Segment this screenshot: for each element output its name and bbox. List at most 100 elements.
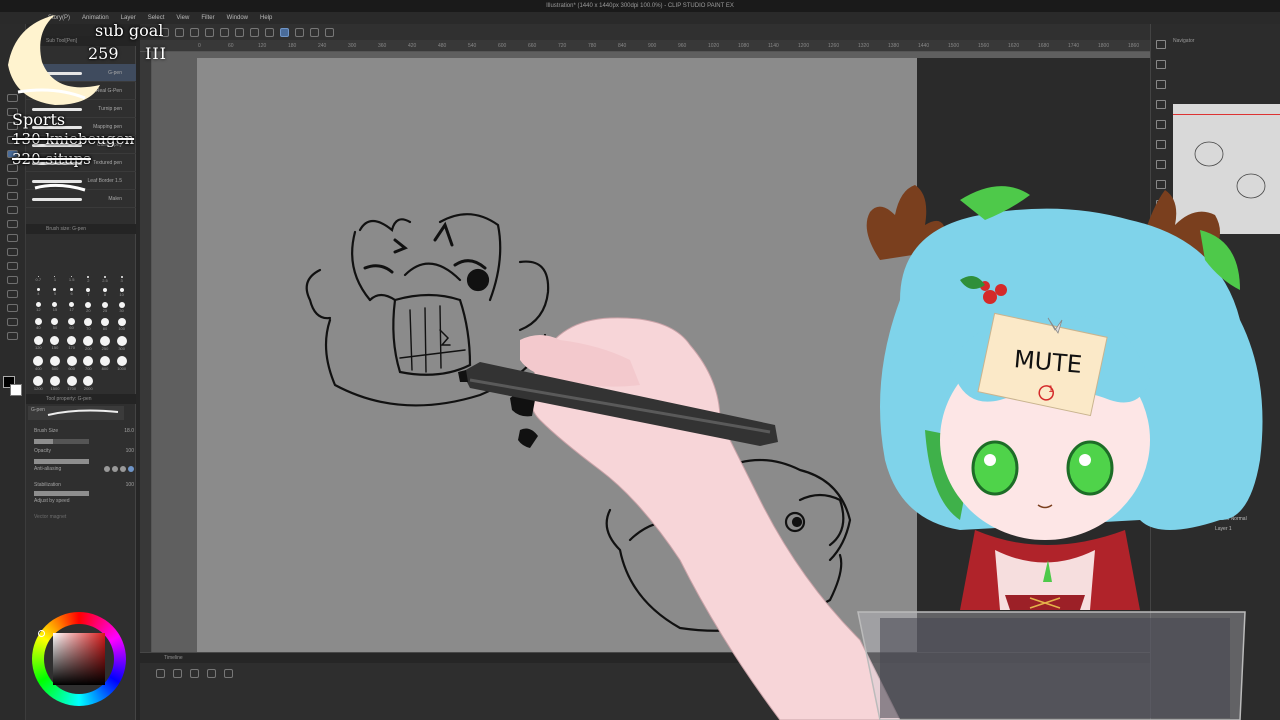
vector-magnet-row[interactable]: Vector magnet: [34, 514, 134, 520]
airbrush-tool-icon[interactable]: [7, 192, 18, 200]
fill-icon[interactable]: [250, 27, 259, 37]
history-tab-icon[interactable]: [1156, 120, 1166, 129]
save-icon[interactable]: [190, 27, 199, 37]
brush-item-g-pen[interactable]: G-pen: [26, 64, 136, 82]
brush-size-option[interactable]: 6: [63, 288, 80, 297]
timeline-next-icon[interactable]: [207, 669, 216, 678]
correct-line-tool-icon[interactable]: [7, 332, 18, 340]
anti-aliasing-options[interactable]: [104, 466, 134, 472]
sub-view-tab-icon[interactable]: [1156, 80, 1166, 89]
eraser-tool-icon[interactable]: [7, 206, 18, 214]
redo-icon[interactable]: [220, 27, 229, 37]
brush-size-option[interactable]: 40: [30, 318, 47, 331]
brush-size-option[interactable]: 150: [47, 336, 64, 351]
ruler-snap-icon[interactable]: [295, 27, 304, 37]
brush-size-option[interactable]: 20: [80, 302, 97, 313]
material-tab-icon[interactable]: [1156, 140, 1166, 149]
search-icon[interactable]: [1156, 40, 1166, 49]
brush-size-option[interactable]: 30: [113, 302, 130, 313]
blend-tool-icon[interactable]: [7, 220, 18, 228]
navigator-thumbnail[interactable]: [1173, 104, 1280, 234]
brush-size-option[interactable]: 100: [113, 318, 130, 331]
opacity-row[interactable]: Opacity 100: [34, 448, 134, 454]
transform-icon[interactable]: [265, 27, 274, 37]
brush-item-real-g-pen[interactable]: Real G-Pen: [26, 82, 136, 100]
brush-size-option[interactable]: 80: [97, 318, 114, 331]
zoom-tool-icon[interactable]: [7, 94, 18, 102]
brush-size-option[interactable]: 500: [47, 356, 64, 371]
opacity-value[interactable]: 100: [126, 448, 134, 454]
layer-tab-icon[interactable]: [1156, 160, 1166, 169]
gradient-tool-icon[interactable]: [7, 248, 18, 256]
menu-window[interactable]: Window: [227, 12, 248, 24]
settings-icon[interactable]: [235, 27, 244, 37]
canvas-area[interactable]: [152, 52, 1150, 652]
brush-size-option[interactable]: 300: [113, 336, 130, 351]
stabilization-slider[interactable]: [34, 491, 89, 496]
color-saturation-square[interactable]: [53, 633, 105, 685]
color-set-tab-icon[interactable]: [1156, 200, 1166, 209]
stabilization-value[interactable]: 100: [126, 482, 134, 488]
brush-size-option[interactable]: 60: [63, 318, 80, 331]
brush-item-malen[interactable]: Malen: [26, 190, 136, 208]
brush-size-option[interactable]: 700: [80, 356, 97, 371]
undo-icon[interactable]: [205, 27, 214, 37]
frame-tool-icon[interactable]: [7, 276, 18, 284]
adjust-by-speed-row[interactable]: Adjust by speed: [34, 498, 134, 504]
brush-size-option[interactable]: 2000: [80, 376, 97, 391]
brush-size-slider[interactable]: [34, 439, 89, 444]
brush-size-option[interactable]: 200: [80, 336, 97, 351]
brush-size-option[interactable]: 400: [30, 356, 47, 371]
brush-size-option[interactable]: 1700: [63, 376, 80, 391]
brush-size-option[interactable]: 1: [47, 276, 64, 283]
hue-knob[interactable]: [38, 630, 45, 637]
link-icon[interactable]: [325, 27, 334, 37]
opacity-slider[interactable]: [34, 459, 89, 464]
brush-size-option[interactable]: 1.5: [63, 276, 80, 283]
menu-help[interactable]: Help: [260, 12, 272, 24]
layer-row[interactable]: Layer 2: [1215, 506, 1232, 512]
menu-story[interactable]: Story(P): [48, 12, 70, 24]
brush-size-option[interactable]: 120: [30, 336, 47, 351]
fill-tool-icon[interactable]: [7, 234, 18, 242]
menu-filter[interactable]: Filter: [201, 12, 214, 24]
property-tab-icon[interactable]: [1156, 180, 1166, 189]
balloon-tool-icon[interactable]: [7, 318, 18, 326]
brush-size-option[interactable]: 17: [63, 302, 80, 313]
timeline-loop-icon[interactable]: [224, 669, 233, 678]
brush-size-row[interactable]: Brush Size 18.0: [34, 428, 134, 434]
background-color-swatch[interactable]: [10, 384, 22, 396]
figure-tool-icon[interactable]: [7, 262, 18, 270]
brush-size-option[interactable]: 2.5: [97, 276, 114, 283]
brush-size-option[interactable]: 1000: [113, 356, 130, 371]
brush-size-option[interactable]: 170: [63, 336, 80, 351]
brush-size-option[interactable]: 0.7: [30, 276, 47, 283]
stabilization-row[interactable]: Stabilization 100: [34, 482, 134, 488]
grid-icon[interactable]: [310, 27, 319, 37]
brush-size-option[interactable]: 3: [113, 276, 130, 283]
brush-size-option[interactable]: 50: [47, 318, 64, 331]
layer-row[interactable]: Layer 1: [1215, 526, 1232, 532]
pen-mode-icon[interactable]: [280, 27, 289, 37]
brush-size-option[interactable]: 12: [30, 302, 47, 313]
timeline-prev-icon[interactable]: [173, 669, 182, 678]
timeline-play-icon[interactable]: [190, 669, 199, 678]
brush-size-option[interactable]: 600: [63, 356, 80, 371]
brush-size-option[interactable]: 4: [30, 288, 47, 297]
brush-size-option[interactable]: 70: [80, 318, 97, 331]
brush-size-value[interactable]: 18.0: [124, 428, 134, 434]
info-tab-icon[interactable]: [1156, 100, 1166, 109]
brush-size-option[interactable]: 1200: [30, 376, 47, 391]
anti-aliasing-row[interactable]: Anti-aliasing: [34, 466, 134, 472]
brush-size-option[interactable]: 8: [97, 288, 114, 297]
brush-size-option[interactable]: 800: [97, 356, 114, 371]
brush-tool-icon[interactable]: [7, 178, 18, 186]
drawing-canvas[interactable]: [197, 58, 917, 652]
brush-item-leaf-border[interactable]: Leaf Border 1.5: [26, 172, 136, 190]
menu-view[interactable]: View: [176, 12, 189, 24]
brush-size-option[interactable]: 250: [97, 336, 114, 351]
brush-size-option[interactable]: 15: [47, 302, 64, 313]
brush-size-option[interactable]: 7: [80, 288, 97, 297]
brush-size-option[interactable]: 10: [113, 288, 130, 297]
layer-row[interactable]: Normal: [1215, 496, 1231, 502]
